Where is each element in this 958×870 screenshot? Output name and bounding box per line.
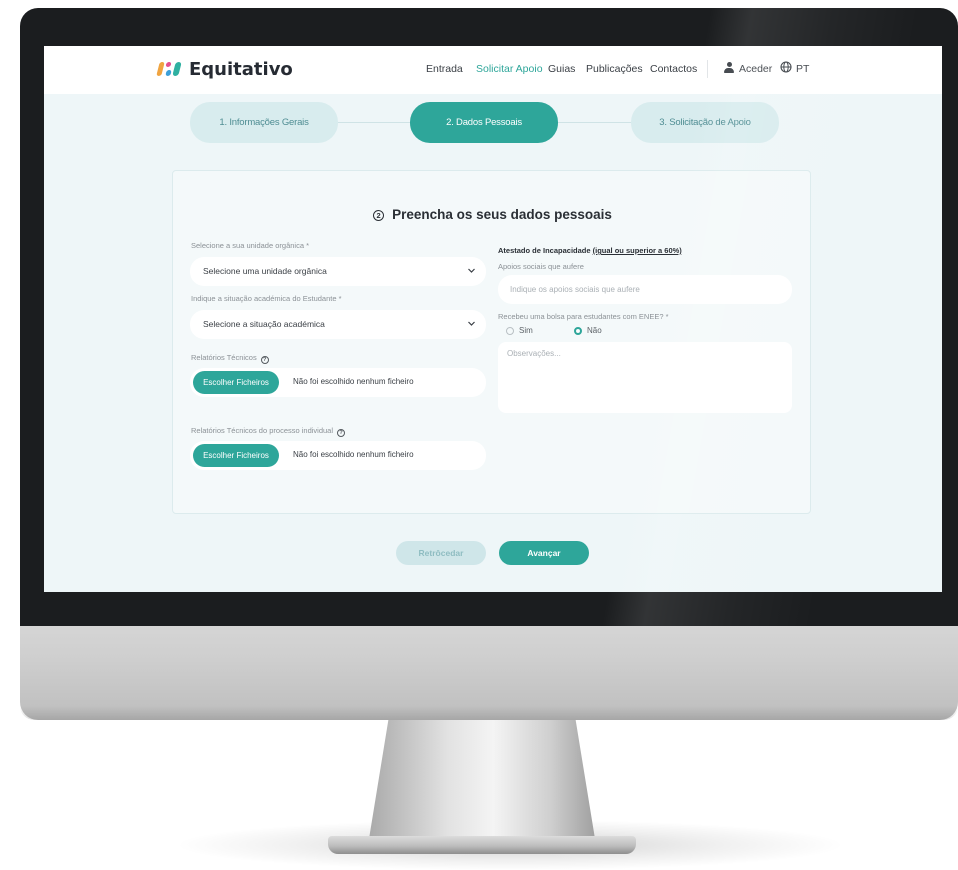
step-solicitacao-de-apoio[interactable]: 3. Solicitação de Apoio xyxy=(631,102,779,143)
help-icon[interactable]: ? xyxy=(337,429,346,437)
monitor-stand-base xyxy=(328,836,636,854)
enee-radio-sim[interactable]: Sim xyxy=(506,326,533,335)
form-title: 2 Preencha os seus dados pessoais xyxy=(173,207,812,222)
radio-unchecked-icon xyxy=(506,326,514,335)
monitor-chin-shade xyxy=(20,706,958,720)
technical-reports-file-status: Não foi escolhido nenhum ficheiro xyxy=(293,377,414,386)
disability-label-prefix: Atestado de Incapacidade xyxy=(498,246,591,255)
enee-option-nao: Não xyxy=(587,326,602,335)
monitor-stand-neck xyxy=(368,705,596,845)
social-support-input-wrapper xyxy=(498,275,792,304)
step-dados-pessoais[interactable]: 2. Dados Pessoais xyxy=(410,102,558,143)
chevron-down-icon xyxy=(468,268,475,273)
nav-divider xyxy=(707,60,708,78)
disability-certificate-label: Atestado de Incapacidade (igual ou super… xyxy=(498,246,682,255)
academic-status-label: Indique a situação académica do Estudant… xyxy=(191,294,342,303)
individual-reports-file-status: Não foi escolhido nenhum ficheiro xyxy=(293,450,414,459)
step-number-badge: 2 xyxy=(373,210,385,221)
nav-link-contactos[interactable]: Contactos xyxy=(650,63,697,75)
language-selector[interactable]: PT xyxy=(796,63,809,75)
notes-textarea-wrapper xyxy=(498,342,792,413)
notes-textarea[interactable] xyxy=(498,342,792,413)
academic-status-select[interactable]: Selecione a situação académica xyxy=(190,310,486,339)
nav-link-publicacoes[interactable]: Publicações xyxy=(586,63,643,75)
individual-reports-label: Relatórios Técnicos do processo individu… xyxy=(191,426,346,437)
enee-option-sim: Sim xyxy=(519,326,533,335)
academic-status-value: Selecione a situação académica xyxy=(203,319,325,329)
enee-radio-nao[interactable]: Não xyxy=(574,326,602,335)
form-title-text: Preencha os seus dados pessoais xyxy=(392,207,612,222)
screen: Equitativo Entrada Solicitar Apoio Guias… xyxy=(44,46,942,592)
brand-logo[interactable]: Equitativo xyxy=(156,57,293,81)
equitativo-logo-icon xyxy=(156,60,183,78)
nav-link-entrada[interactable]: Entrada xyxy=(426,63,463,75)
radio-checked-icon xyxy=(574,326,582,335)
choose-files-button[interactable]: Escolher Ficheiros xyxy=(193,444,279,467)
social-support-label: Apoios sociais que aufere xyxy=(498,262,584,271)
enee-scholarship-label: Recebeu uma bolsa para estudantes com EN… xyxy=(498,312,669,321)
choose-files-button[interactable]: Escolher Ficheiros xyxy=(193,371,279,394)
individual-reports-file-input: Escolher Ficheiros Não foi escolhido nen… xyxy=(190,441,486,470)
org-unit-value: Selecione uma unidade orgânica xyxy=(203,266,327,276)
navbar: Equitativo Entrada Solicitar Apoio Guias… xyxy=(44,46,942,94)
login-link[interactable]: Aceder xyxy=(739,63,772,75)
individual-reports-label-text: Relatórios Técnicos do processo individu… xyxy=(191,426,334,435)
globe-icon[interactable] xyxy=(780,61,792,73)
user-icon[interactable] xyxy=(724,62,734,73)
org-unit-select[interactable]: Selecione uma unidade orgânica xyxy=(190,257,486,286)
org-unit-label: Selecione a sua unidade orgânica * xyxy=(191,241,310,250)
technical-reports-label: Relatórios Técnicos? xyxy=(191,353,269,364)
technical-reports-label-text: Relatórios Técnicos xyxy=(191,353,257,362)
next-button[interactable]: Avançar xyxy=(499,541,589,565)
disability-label-threshold: (igual ou superior a 60%) xyxy=(592,246,682,255)
step-informacoes-gerais[interactable]: 1. Informações Gerais xyxy=(190,102,338,143)
brand-name: Equitativo xyxy=(189,58,293,80)
chevron-down-icon xyxy=(468,321,475,326)
social-support-input[interactable] xyxy=(498,275,792,304)
help-icon[interactable]: ? xyxy=(260,356,269,364)
back-button[interactable]: Retrôcedar xyxy=(396,541,486,565)
nav-link-guias[interactable]: Guias xyxy=(548,63,575,75)
nav-link-solicitar-apoio[interactable]: Solicitar Apoio xyxy=(476,63,543,75)
technical-reports-file-input: Escolher Ficheiros Não foi escolhido nen… xyxy=(190,368,486,397)
personal-data-form: 2 Preencha os seus dados pessoais Selecio… xyxy=(172,170,811,514)
